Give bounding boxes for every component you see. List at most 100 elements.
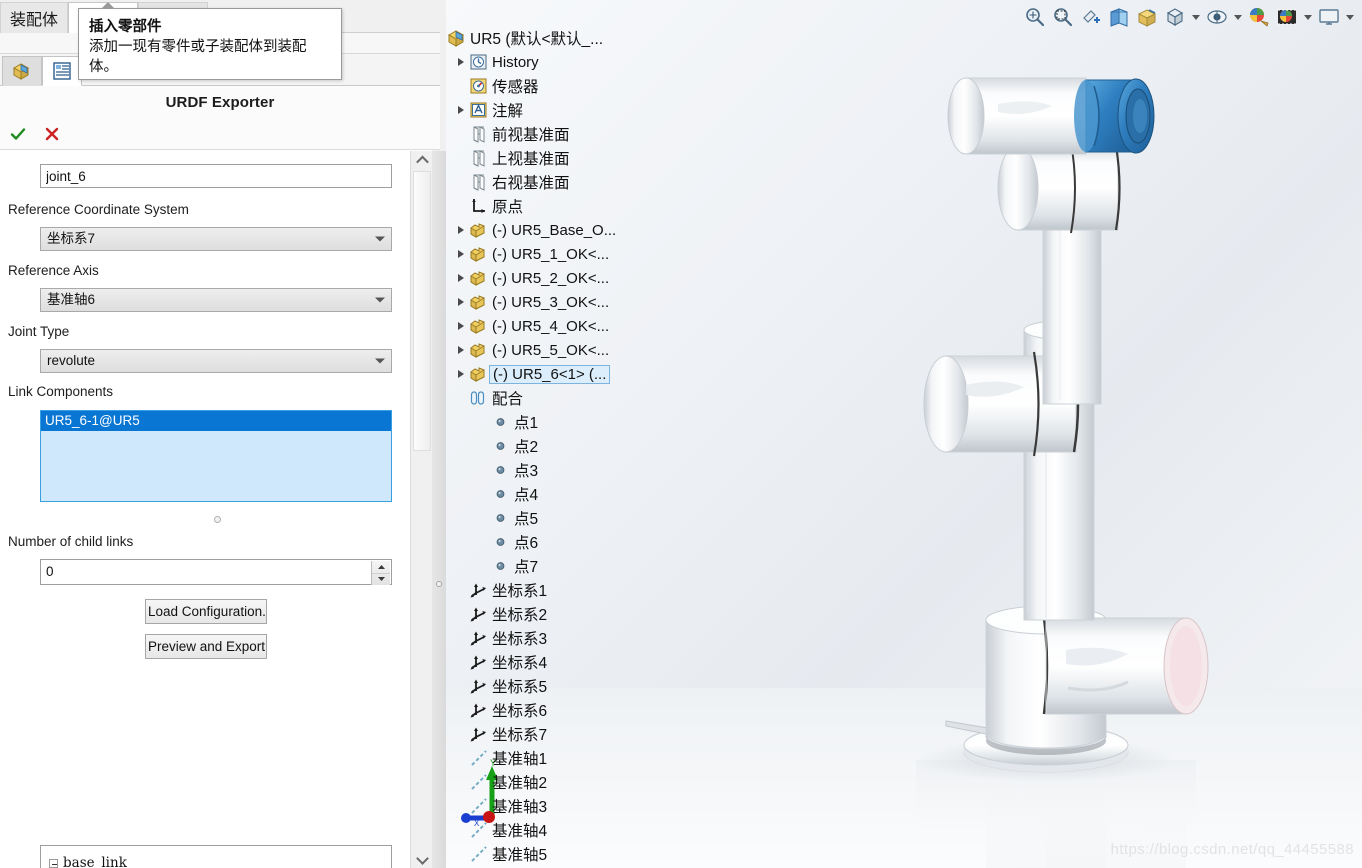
chevron-right-icon[interactable] (454, 98, 468, 122)
tree-item-22[interactable]: 点7 (476, 554, 538, 578)
tree-item-10[interactable]: (-) UR5_2_OK<... (454, 266, 609, 290)
tooltip-body: 添加一现有零件或子装配体到装配体。 (89, 39, 307, 75)
tree-caret-spacer (454, 794, 468, 818)
coordinate-system-icon (470, 655, 486, 670)
point-icon (490, 459, 512, 481)
tree-item-5[interactable]: 上视基准面 (454, 146, 570, 170)
zoom-in-out-icon[interactable] (1078, 4, 1104, 30)
panel-tab-feature-manager[interactable] (2, 56, 42, 86)
accept-button[interactable] (6, 122, 30, 146)
tree-item-6[interactable]: 右视基准面 (454, 170, 570, 194)
tree-item-19[interactable]: 点4 (476, 482, 538, 506)
tree-item-21[interactable]: 点6 (476, 530, 538, 554)
tree-item-4[interactable]: 前视基准面 (454, 122, 570, 146)
reference-coordinate-system-select[interactable]: 坐标系7 (40, 227, 392, 251)
tree-item-17[interactable]: 点2 (476, 434, 538, 458)
section-view-icon[interactable] (1106, 4, 1132, 30)
zoom-to-fit-icon[interactable] (1022, 4, 1048, 30)
tree-item-25[interactable]: 坐标系3 (454, 626, 547, 650)
tree-item-30[interactable]: 基准轴1 (454, 746, 547, 770)
panel-scroll-thumb[interactable] (413, 171, 431, 451)
tree-item-20[interactable]: 点5 (476, 506, 538, 530)
view-settings-icon[interactable] (1316, 4, 1342, 30)
tree-item-15[interactable]: 配合 (454, 386, 523, 410)
edit-appearance-icon[interactable] (1246, 4, 1272, 30)
tree-item-16[interactable]: 点1 (476, 410, 538, 434)
tree-item-7[interactable]: 原点 (454, 194, 523, 218)
apply-scene-icon[interactable] (1274, 4, 1300, 30)
view-orientation-icon[interactable] (1134, 4, 1160, 30)
chevron-right-icon[interactable] (454, 314, 468, 338)
preview-and-export-button[interactable]: Preview and Export.. (145, 634, 267, 659)
urdf-link-tree[interactable]: base_linklink_1link_2link_3link_4link_5l… (40, 845, 392, 868)
tree-item-1[interactable]: History (454, 50, 539, 74)
tree-item-34[interactable]: 基准轴5 (454, 842, 547, 866)
tree-item-28[interactable]: 坐标系6 (454, 698, 547, 722)
display-style-icon[interactable] (1162, 4, 1188, 30)
link-components-listbox[interactable]: UR5_6-1@UR5 (40, 410, 392, 502)
coordinate-system-icon (468, 699, 490, 721)
tree-item-31[interactable]: 基准轴2 (454, 770, 547, 794)
view-settings-dropdown-arrow[interactable] (1344, 4, 1356, 30)
tree-item-32[interactable]: 基准轴3 (454, 794, 547, 818)
zoom-to-area-icon[interactable] (1050, 4, 1076, 30)
tree-item-29[interactable]: 坐标系7 (454, 722, 547, 746)
part-icon (468, 339, 490, 361)
tree-item-13[interactable]: (-) UR5_5_OK<... (454, 338, 609, 362)
tree-item-9[interactable]: (-) UR5_1_OK<... (454, 242, 609, 266)
panel-tab-property-manager[interactable] (42, 56, 82, 86)
chevron-right-icon[interactable] (454, 338, 468, 362)
tree-item-23[interactable]: 坐标系1 (454, 578, 547, 602)
tree-item-0[interactable]: UR5 (默认<默认_... (446, 26, 603, 50)
hide-show-dropdown-arrow[interactable] (1232, 4, 1244, 30)
splitter-handle[interactable] (436, 581, 442, 587)
chevron-right-icon[interactable] (454, 218, 468, 242)
property-manager-actions[interactable] (0, 118, 440, 150)
panel-splitter[interactable] (432, 151, 446, 868)
hide-show-items-icon[interactable] (1204, 4, 1230, 30)
joint-name-input[interactable] (40, 164, 392, 188)
cancel-button[interactable] (40, 122, 64, 146)
tree-item-33[interactable]: 基准轴4 (454, 818, 547, 842)
tree-caret-spacer (476, 410, 490, 434)
reference-axis-select[interactable]: 基准轴6 (40, 288, 392, 312)
list-item[interactable]: UR5_6-1@UR5 (41, 411, 391, 431)
link-tree-node[interactable]: base_link (45, 854, 391, 868)
chevron-right-icon[interactable] (454, 242, 468, 266)
tree-item-8[interactable]: (-) UR5_Base_O... (454, 218, 616, 242)
view-toolbar[interactable] (1022, 3, 1356, 31)
stepper-down-icon[interactable] (372, 574, 390, 586)
apply-scene-dropdown-arrow[interactable] (1302, 4, 1314, 30)
part-icon (470, 343, 485, 358)
tree-item-12[interactable]: (-) UR5_4_OK<... (454, 314, 609, 338)
chevron-down-icon (375, 358, 385, 364)
panel-scroll-up-arrow[interactable] (412, 151, 432, 170)
chevron-right-icon[interactable] (454, 50, 468, 74)
tree-item-2[interactable]: 传感器 (454, 74, 539, 98)
chevron-right-icon[interactable] (454, 290, 468, 314)
stepper-up-icon[interactable] (372, 561, 390, 574)
tree-item-26[interactable]: 坐标系4 (454, 650, 547, 674)
tree-item-24[interactable]: 坐标系2 (454, 602, 547, 626)
load-configuration-button[interactable]: Load Configuration.. (145, 599, 267, 624)
tree-item-3[interactable]: 注解 (454, 98, 523, 122)
reference-coordinate-system-value: 坐标系7 (47, 231, 96, 246)
tree-item-14[interactable]: (-) UR5_6<1> (... (454, 362, 611, 386)
tree-item-27[interactable]: 坐标系5 (454, 674, 547, 698)
chevron-right-icon[interactable] (454, 362, 468, 386)
tree-caret-spacer (454, 170, 468, 194)
ribbon-tab-assembly[interactable]: 装配体 (0, 2, 68, 33)
display-style-dropdown-arrow[interactable] (1190, 4, 1202, 30)
coordinate-system-icon (468, 675, 490, 697)
joint-type-select[interactable]: revolute (40, 349, 392, 373)
feature-manager-tree[interactable]: UR5 (默认<默认_... History 传感器 注解 前视基准面 上视基准面 右视基准… (446, 0, 658, 868)
stepper-buttons[interactable] (371, 561, 390, 585)
listbox-resize-grip[interactable] (214, 516, 221, 523)
number-of-child-links-stepper[interactable]: 0 (40, 559, 392, 585)
tree-item-18[interactable]: 点3 (476, 458, 538, 482)
panel-scroll-down-arrow[interactable] (412, 849, 432, 868)
chevron-right-icon[interactable] (454, 266, 468, 290)
property-panel-scrollbar[interactable] (410, 151, 432, 868)
tree-collapse-icon[interactable] (49, 858, 58, 868)
tree-item-11[interactable]: (-) UR5_3_OK<... (454, 290, 609, 314)
